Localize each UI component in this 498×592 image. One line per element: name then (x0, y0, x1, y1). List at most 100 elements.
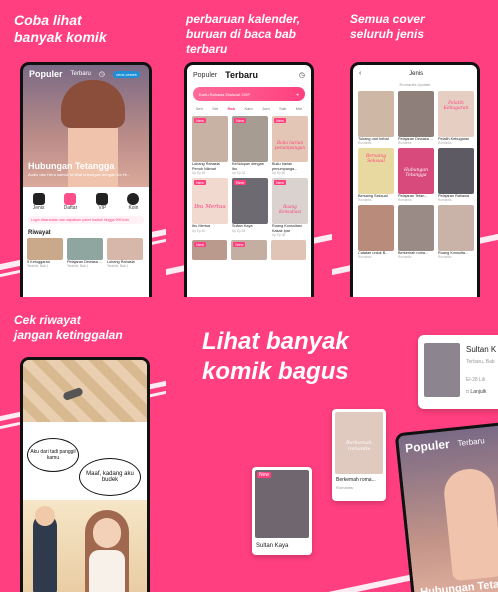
panel-perbaruan: perbaruan kalender, buruan di baca bab t… (166, 0, 332, 297)
new-badge: New (274, 180, 287, 185)
menu-label: Daftar (63, 205, 78, 211)
comic-cover (358, 205, 394, 251)
comic-title: Berkemah roma... (336, 477, 376, 483)
history-item[interactable]: Lubang Rahasia Terakhir, Bab 1 (107, 238, 143, 268)
list-icon (64, 193, 77, 205)
coin-icon (127, 193, 140, 205)
comic-cover: Berkemah romantis (335, 412, 383, 474)
tab-populer[interactable]: Populer (193, 72, 217, 79)
menu-daftar[interactable]: Daftar (63, 193, 78, 211)
comic-card[interactable]: New Ruang Konsultasi Ruang Konsultasi Kaka… (272, 178, 308, 237)
comic-card[interactable]: New Lubang Rahasia Penuh Nikmat Up Ep.45 (192, 116, 228, 175)
comic-sub: Up Ep.45 (192, 171, 206, 175)
caption: perbaruan kalender, buruan di baca bab t… (186, 12, 301, 56)
comic-sub: Romantis (358, 255, 372, 259)
menu-vip[interactable]: VIP (96, 193, 109, 211)
hero-title[interactable]: Hubungan Tetangga (28, 161, 114, 171)
history-sub: Terakhir, Bab 1 (67, 264, 89, 268)
menu-label: VIP (98, 205, 107, 211)
day-tab[interactable]: Jum (262, 106, 270, 111)
cover-title-art: Bersaing Seksual (365, 154, 387, 164)
comic-cover: New (232, 178, 268, 224)
comic-card[interactable]: Bersaing Seksual Bersaing Seksual Romantis (358, 148, 394, 202)
comic-card[interactable]: Hubungan Tetangga Pelajaran Tetan... Roman… (398, 148, 434, 202)
detail-card[interactable]: Sultan K Terbaru, Bab El-28 Lik □ Lanjut… (418, 335, 498, 409)
vip-banner[interactable]: Kartu Rahasia Ekskusif 2VIP ➜ (193, 87, 305, 101)
comic-cover (438, 148, 474, 194)
comic-title: Kehidupan dengan Ibu (232, 162, 264, 171)
comic-card[interactable]: New Sultan Kaya Up Ep.54 (232, 178, 268, 237)
comic-cover (398, 205, 434, 251)
comic-card[interactable]: New Ibu Mertua Ibu Mertua Up Ep.40 (192, 178, 228, 237)
comic-card[interactable]: Berkemah roma... Romantis (398, 205, 434, 259)
comic-card[interactable]: Pelatih Kebugaran Pelatih Kebugaran Romant… (438, 91, 474, 145)
comic-cover: New (192, 116, 228, 162)
comic-sub: Romantis (438, 198, 452, 202)
speech-bubble: Maaf, kadang aku budek (79, 458, 141, 496)
menu-label: Koin (128, 205, 139, 211)
history-icon[interactable]: ◷ (299, 71, 305, 79)
caption: Semua cover seluruh jenis (350, 12, 425, 41)
hero-subtitle: Audio dan Hera sama2 terlibat hubungan d… (28, 172, 130, 177)
comic-cover (438, 205, 474, 251)
comic-cover[interactable]: New (231, 240, 267, 260)
hero-image (23, 65, 149, 205)
comic-cover: New Ruang Konsultasi (272, 178, 308, 224)
comic-title: Sultan K (466, 345, 497, 354)
cover-title-art: Pelatih Kebugaran (443, 101, 469, 111)
day-tab[interactable]: Sab (279, 106, 286, 111)
caption: Lihat banyak komik bagus (202, 328, 349, 385)
comic-card[interactable]: Tukang urut hebat Romantis (358, 91, 394, 145)
comic-cover: New (255, 470, 309, 538)
caption: Coba lihat banyak komik (14, 12, 107, 45)
comic-cover (398, 91, 434, 137)
arrow-right-icon: ➜ (295, 91, 299, 97)
comic-cover: New (232, 116, 268, 162)
comic-card[interactable]: Ruang Konsulta... Romantis (438, 205, 474, 259)
comic-cover (358, 91, 394, 137)
comic-title: Ruang Konsultasi Kakak Ipar (272, 224, 302, 233)
day-tab[interactable]: Min (296, 106, 302, 111)
tab-terbaru[interactable]: Terbaru (225, 70, 258, 80)
comic-card[interactable]: Pelajaran Rahasia Romantis (438, 148, 474, 202)
comic-sub: Romantis (336, 485, 353, 490)
login-notice[interactable]: Login disarankan dan dapatkan paket hadi… (28, 216, 144, 224)
section-title: Riwayat (28, 230, 51, 236)
comic-cover[interactable] (270, 240, 306, 260)
comic-card[interactable]: Catatan untuk B... Romantis (358, 205, 394, 259)
comic-sub: Romantis (358, 141, 372, 145)
version-chip[interactable]: versi cewek (112, 70, 140, 78)
comic-sub: Romantis (398, 198, 412, 202)
comic-cover[interactable]: New (192, 240, 228, 260)
comic-card[interactable]: Pelajaran Dewasa ... Romantis (398, 91, 434, 145)
menu-koin[interactable]: Koin (127, 193, 140, 211)
day-tab[interactable]: Kam (245, 106, 253, 111)
new-badge: New (194, 180, 207, 185)
comic-card[interactable]: New Sultan Kaya (252, 467, 312, 555)
tab-terbaru[interactable]: Terbaru (457, 436, 485, 448)
cover-title-art: Hubungan Tetangga (404, 168, 428, 178)
history-item[interactable]: Pelajaran Dewasa ... Terakhir, Bab 1 (67, 238, 103, 268)
day-tab-active[interactable]: Rab (228, 106, 236, 111)
day-tab[interactable]: Sel (212, 106, 218, 111)
comic-sub: Romantis (358, 198, 372, 202)
history-icon[interactable]: ◷ (99, 70, 105, 78)
history-item[interactable]: 5 Ketuggaran Terakhir, Bab 1 (27, 238, 63, 268)
continue-link[interactable]: □ Lanjutk (466, 389, 487, 395)
speech-bubble: Aku dari tadi panggil kamu (27, 438, 79, 472)
tab-populer[interactable]: Populer (29, 69, 63, 79)
comic-card[interactable]: New Kehidupan dengan Ibu Up Ep.32 (232, 116, 268, 175)
cover-title-art: Ibu Mertua (194, 204, 226, 210)
menu-jenis[interactable]: Jenis (32, 193, 45, 211)
comic-card[interactable]: New Buku harian penumpangan Buku harian pe… (272, 116, 308, 175)
comic-cover: Pelatih Kebugaran (438, 91, 474, 137)
history-sub: Terakhir, Bab 1 (27, 264, 49, 268)
comic-card[interactable]: Berkemah romantis Berkemah roma... Roman… (332, 409, 386, 501)
comic-sub: Terbaru, Bab (466, 359, 495, 365)
comic-cover: New Ibu Mertua (192, 178, 228, 224)
history-cover (67, 238, 103, 260)
panel-lihat-banyak: Lihat banyak komik bagus Sultan K Terbar… (166, 297, 498, 592)
day-tab[interactable]: Sen (196, 106, 203, 111)
content-area: Jenis Daftar VIP Koin Login disarankan d… (23, 187, 149, 297)
tab-terbaru[interactable]: Terbaru (71, 71, 91, 77)
